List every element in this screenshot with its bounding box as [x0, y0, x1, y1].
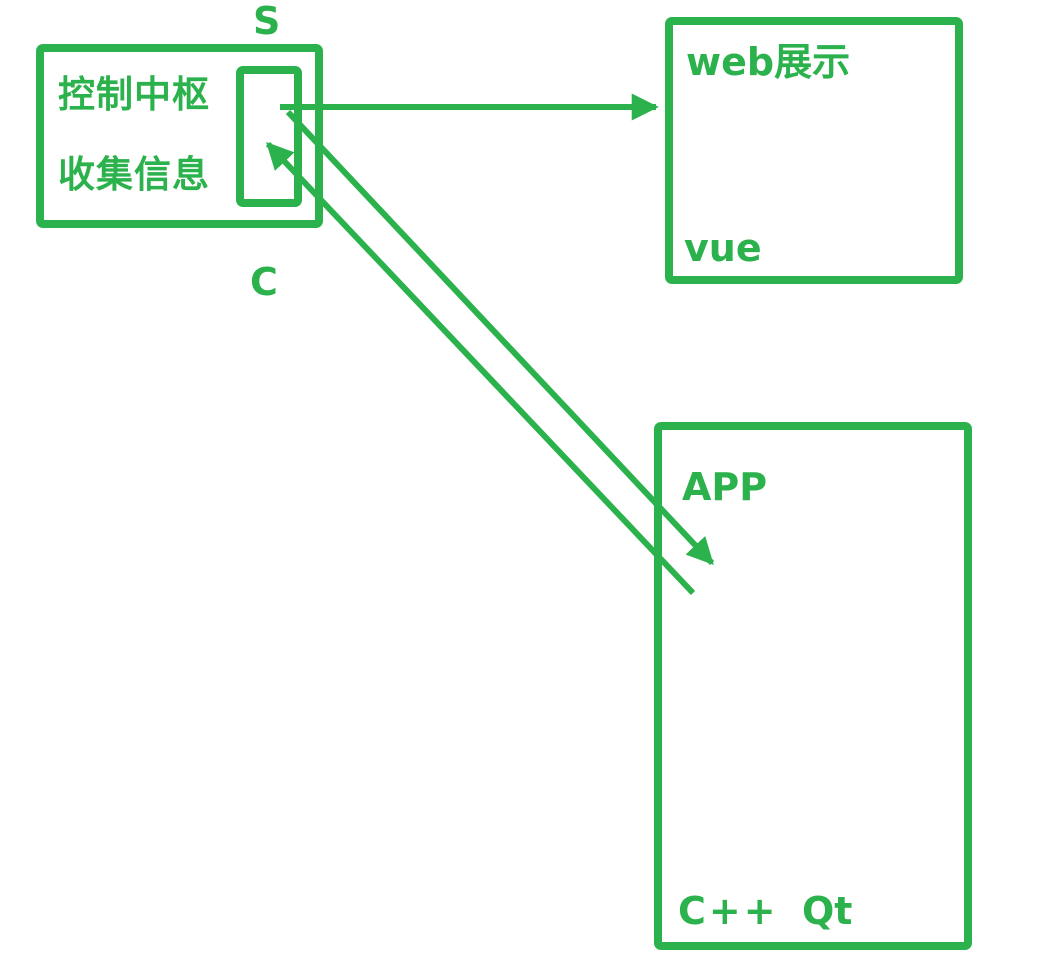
- web-box-title: web展示: [686, 40, 851, 84]
- app-box-tech-lang: C++: [678, 889, 779, 933]
- server-line-control: 控制中枢: [58, 73, 210, 116]
- server-bottom-label: C: [250, 260, 278, 304]
- arrow-app-to-server: [265, 141, 696, 596]
- arrow-server-to-app: [285, 109, 715, 566]
- server-port-box: [236, 66, 302, 207]
- server-line-collect: 收集信息: [58, 153, 210, 196]
- architecture-diagram: [36, 17, 972, 950]
- app-box-tech-framework: Qt: [802, 889, 853, 933]
- server-top-label: S: [253, 0, 281, 43]
- web-box-tech: vue: [684, 226, 762, 270]
- app-box-title: APP: [682, 465, 768, 509]
